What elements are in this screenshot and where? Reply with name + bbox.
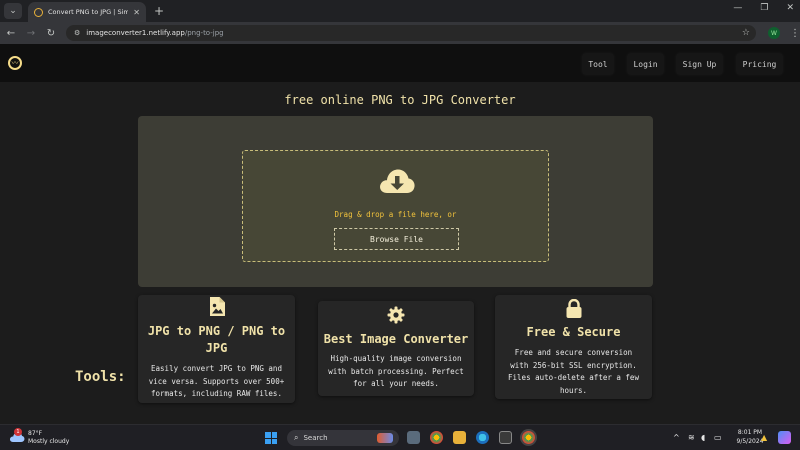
bookmark-star-icon[interactable]: ☆: [742, 28, 750, 38]
drop-instruction: Drag & drop a file here, or: [334, 210, 457, 219]
card-title: Best Image Converter: [323, 332, 469, 346]
cloud-download-icon: [380, 169, 415, 193]
url-domain: imageconverter1.netlify.app: [86, 29, 185, 37]
gear-icon: [387, 306, 405, 324]
card-description: Easily convert JPG to PNG and vice versa…: [148, 364, 285, 398]
windows-start-icon[interactable]: [265, 432, 277, 444]
card-description: Free and secure conversion with 256-bit …: [508, 348, 639, 395]
copilot-icon[interactable]: [778, 431, 791, 444]
volume-icon[interactable]: ◖: [701, 433, 705, 442]
temperature: 87°F: [28, 430, 43, 437]
chrome-app-icon[interactable]: [430, 431, 443, 444]
search-highlight-icon: [377, 433, 393, 443]
edge-app-icon[interactable]: [476, 431, 489, 444]
address-bar[interactable]: ⚙ imageconverter1.netlify.app/png-to-jpg…: [66, 25, 756, 41]
notification-bell-icon[interactable]: ▲: [761, 433, 767, 442]
forward-icon[interactable]: →: [22, 28, 40, 39]
search-label: Search: [303, 434, 328, 442]
card-description: High-quality image conversion with batch…: [328, 354, 464, 388]
close-tab-icon[interactable]: ✕: [133, 8, 140, 17]
lock-icon: [566, 299, 581, 318]
weather-condition: Mostly cloudy: [28, 438, 70, 445]
browser-tab[interactable]: Convert PNG to JPG | Simple Im ✕: [28, 2, 146, 22]
close-window-icon[interactable]: ✕: [786, 3, 794, 13]
site-favicon-icon: [34, 7, 43, 17]
new-tab-icon[interactable]: +: [154, 4, 164, 18]
back-icon[interactable]: ←: [2, 28, 20, 39]
nav-signup-button[interactable]: Sign Up: [676, 53, 723, 75]
browse-file-button[interactable]: Browse File: [334, 228, 459, 250]
card-title: Free & Secure: [526, 325, 621, 339]
tab-title: Convert PNG to JPG | Simple Im: [48, 8, 129, 16]
feature-card-security: Free & Secure Free and secure conversion…: [495, 295, 652, 399]
upload-panel: Drag & drop a file here, or Browse File: [138, 116, 653, 287]
browser-menu-icon[interactable]: ⋮: [790, 28, 800, 39]
taskbar-search[interactable]: ⌕ Search: [287, 430, 399, 446]
nav-tool-button[interactable]: Tool: [582, 53, 614, 75]
feature-card-conversion: JPG to PNG / PNG to JPG Easily convert J…: [138, 295, 295, 403]
minimize-icon[interactable]: —: [733, 3, 742, 13]
file-explorer-icon[interactable]: [453, 431, 466, 444]
web-page: 〰 Tool Login Sign Up Pricing free online…: [0, 44, 800, 424]
battery-icon[interactable]: ▭: [714, 433, 722, 442]
tools-heading: Tools:: [75, 369, 126, 385]
feature-card-quality: Best Image Converter High-quality image …: [318, 301, 474, 396]
weather-alert-badge: 1: [14, 428, 22, 436]
site-navbar: 〰 Tool Login Sign Up Pricing: [0, 44, 800, 82]
show-hidden-icons-icon[interactable]: ^: [673, 433, 680, 442]
search-icon: ⌕: [294, 433, 299, 442]
card-title: JPG to PNG / PNG to JPG: [147, 324, 286, 355]
page-title: free online PNG to JPG Converter: [284, 93, 516, 107]
tab-search-icon[interactable]: ⌄: [4, 3, 22, 19]
reload-icon[interactable]: ↻: [42, 28, 60, 39]
address-toolbar: ← → ↻ ⚙ imageconverter1.netlify.app/png-…: [0, 22, 800, 44]
image-file-icon: [209, 297, 225, 316]
site-info-icon[interactable]: ⚙: [74, 29, 80, 37]
browser-tab-bar: ⌄ Convert PNG to JPG | Simple Im ✕ + — ❐…: [0, 0, 800, 22]
wifi-icon[interactable]: ≋: [688, 433, 695, 442]
nav-pricing-button[interactable]: Pricing: [736, 53, 783, 75]
site-logo-icon[interactable]: 〰: [8, 56, 22, 70]
nav-login-button[interactable]: Login: [627, 53, 664, 75]
task-view-icon[interactable]: [407, 431, 420, 444]
file-dropzone[interactable]: Drag & drop a file here, or Browse File: [242, 150, 549, 262]
url-path: /png-to-jpg: [184, 29, 224, 37]
chrome-active-icon[interactable]: [522, 431, 535, 444]
terminal-app-icon[interactable]: [499, 431, 512, 444]
profile-avatar[interactable]: W: [768, 27, 780, 39]
taskbar: 1 87°F Mostly cloudy ⌕ Search ^ ≋ ◖ ▭ 8:…: [0, 424, 800, 450]
maximize-icon[interactable]: ❐: [760, 3, 768, 13]
